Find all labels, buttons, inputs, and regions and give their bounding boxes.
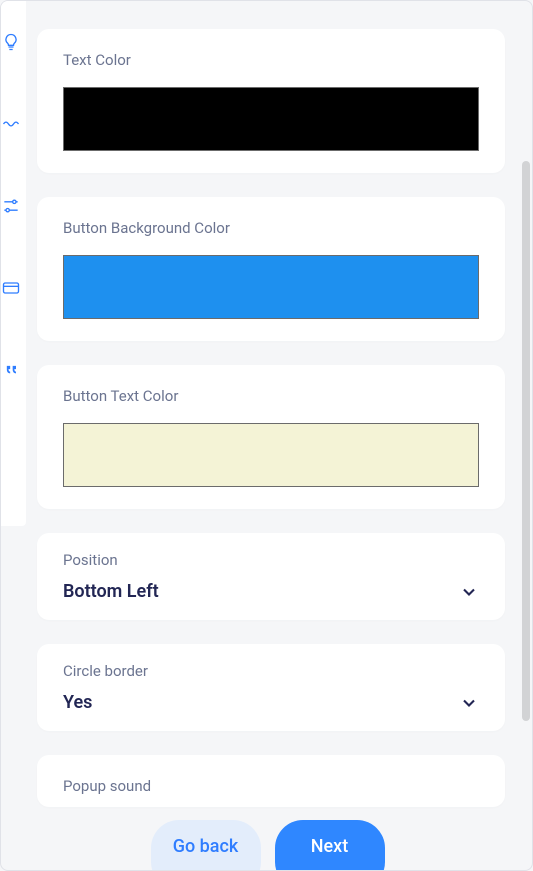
- popup-sound-label: Popup sound: [63, 777, 479, 795]
- chevron-down-icon: [459, 693, 479, 713]
- button-text-color-label: Button Text Color: [63, 387, 479, 405]
- button-background-swatch[interactable]: [63, 255, 479, 319]
- button-text-color-card: Button Text Color: [37, 365, 505, 509]
- position-label: Position: [63, 551, 479, 569]
- position-value: Bottom Left: [63, 581, 159, 602]
- go-back-button[interactable]: Go back: [151, 820, 261, 870]
- app-frame: Text Color Button Background Color Butto…: [0, 0, 533, 871]
- circle-border-label: Circle border: [63, 662, 479, 680]
- footer-actions: Go back Next: [1, 820, 533, 870]
- popup-sound-card: Popup sound: [37, 755, 505, 807]
- next-button[interactable]: Next: [275, 820, 385, 870]
- circle-border-card: Circle border Yes: [37, 644, 505, 731]
- main-settings-panel: Text Color Button Background Color Butto…: [33, 1, 533, 801]
- card-icon[interactable]: [0, 277, 22, 299]
- wave-icon[interactable]: [0, 113, 22, 135]
- quote-icon[interactable]: [0, 359, 22, 381]
- lightbulb-icon[interactable]: [0, 31, 22, 53]
- vertical-scrollbar[interactable]: [522, 161, 530, 721]
- button-background-label: Button Background Color: [63, 219, 479, 237]
- button-text-color-swatch[interactable]: [63, 423, 479, 487]
- position-select[interactable]: Bottom Left: [63, 581, 479, 602]
- adjust-icon[interactable]: [0, 195, 22, 217]
- circle-border-value: Yes: [63, 692, 92, 713]
- text-color-card: Text Color: [37, 29, 505, 173]
- text-color-swatch[interactable]: [63, 87, 479, 151]
- text-color-label: Text Color: [63, 51, 479, 69]
- chevron-down-icon: [459, 582, 479, 602]
- button-background-card: Button Background Color: [37, 197, 505, 341]
- circle-border-select[interactable]: Yes: [63, 692, 479, 713]
- position-card: Position Bottom Left: [37, 533, 505, 620]
- left-nav-rail: [0, 1, 26, 526]
